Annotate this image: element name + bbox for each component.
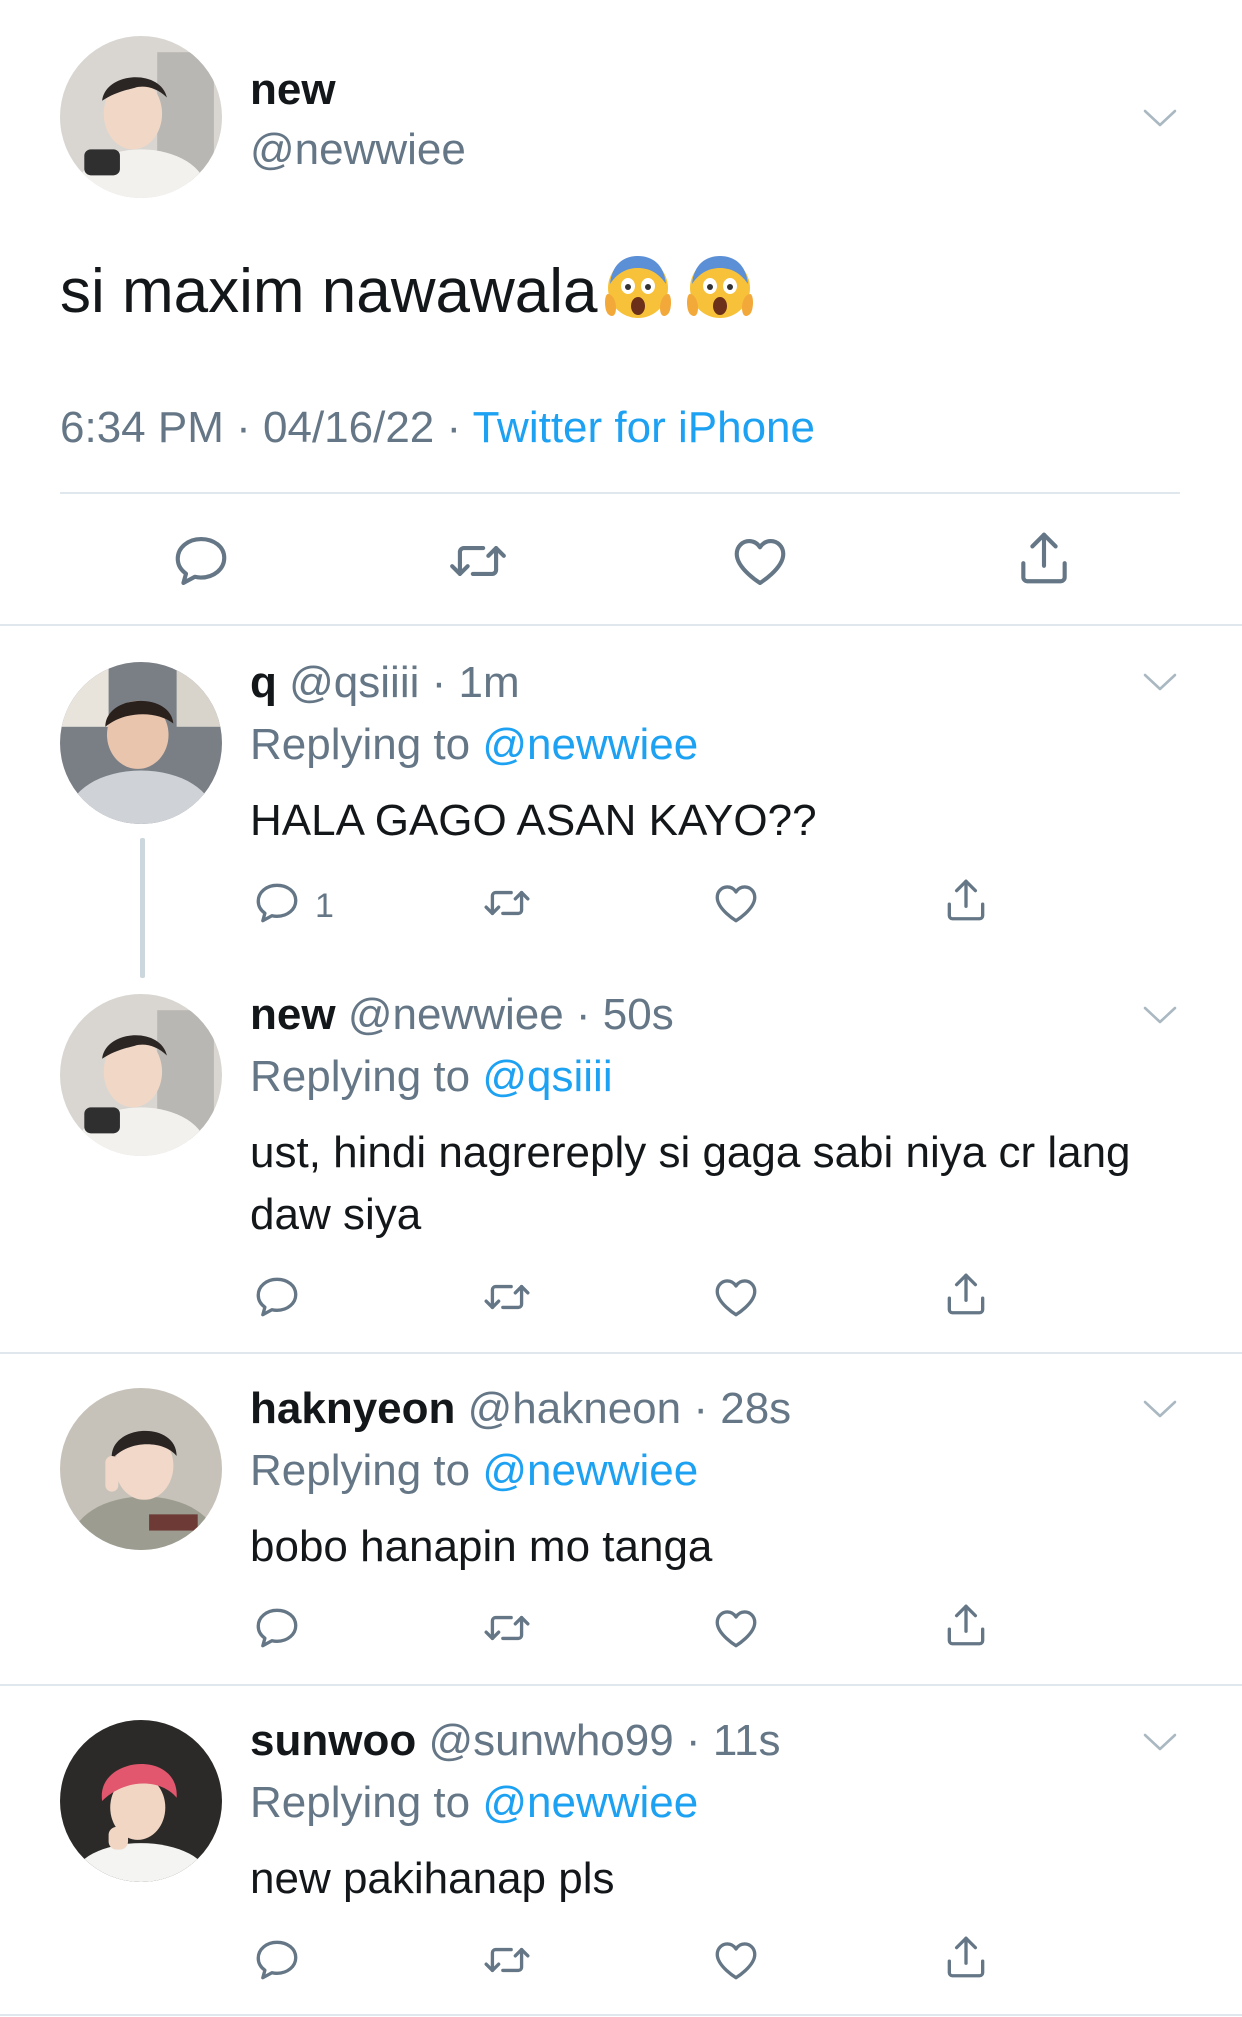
reply-text: bobo hanapin mo tanga (250, 1522, 713, 1571)
reply-count: 1 (315, 887, 334, 925)
reply-header: q @qsiiii · 1m (250, 656, 520, 710)
chevron-down-icon[interactable] (1142, 106, 1178, 130)
chevron-down-icon[interactable] (1142, 670, 1178, 694)
reply-author-name[interactable]: sunwoo (250, 1716, 416, 1765)
author-name[interactable]: new (250, 62, 336, 118)
like-icon[interactable] (711, 1935, 761, 1985)
tweet-time: 6:34 PM (60, 403, 224, 452)
reply-header: new @newwiee · 50s (250, 988, 674, 1042)
replying-to-label: Replying to (250, 1778, 483, 1827)
like-icon[interactable] (711, 1272, 761, 1322)
tweet-source-link[interactable]: Twitter for iPhone (473, 403, 815, 452)
reply-text: ust, hindi nagrereply si gaga sabi niya … (250, 1128, 1131, 1239)
reply-header: sunwoo @sunwho99 · 11s (250, 1714, 781, 1768)
chevron-down-icon[interactable] (1142, 1397, 1178, 1421)
retweet-icon[interactable] (482, 878, 532, 928)
reply-age: · 1m (419, 658, 520, 707)
replying-to-handle[interactable]: @qsiiii (482, 1052, 612, 1101)
reply-author-handle[interactable]: @sunwho99 (428, 1716, 673, 1765)
reply-icon[interactable] (252, 1272, 302, 1322)
retweet-icon[interactable] (482, 1272, 532, 1322)
like-icon[interactable] (729, 530, 791, 592)
avatar-sunwoo[interactable] (60, 1720, 222, 1882)
reply-age: · 11s (673, 1716, 781, 1765)
reply-header: haknyeon @hakneon · 28s (250, 1382, 791, 1436)
reply-icon[interactable] (252, 1603, 302, 1653)
meta-separator: · (446, 403, 462, 452)
share-icon[interactable] (1013, 527, 1075, 589)
reply-author-handle[interactable]: @hakneon (468, 1384, 682, 1433)
replying-to-handle[interactable]: @newwiee (482, 1446, 698, 1495)
reply-text: new pakihanap pls (250, 1854, 615, 1903)
divider (0, 1684, 1242, 1686)
avatar-image (60, 36, 222, 198)
avatar-image (60, 1388, 222, 1550)
reply-age: · 28s (681, 1384, 792, 1433)
replying-to-label: Replying to (250, 1052, 483, 1101)
reply-text: HALA GAGO ASAN KAYO?? (250, 796, 817, 845)
replying-to: Replying to @newwiee (250, 718, 698, 772)
avatar-image (60, 1720, 222, 1882)
avatar-new[interactable] (60, 36, 222, 198)
replying-to-handle[interactable]: @newwiee (482, 1778, 698, 1827)
tweet-text-body: si maxim nawawala (60, 257, 598, 326)
reply-author-handle[interactable]: @qsiiii (289, 658, 419, 707)
screaming-face-emoji (602, 250, 674, 322)
reply-age: · 50s (563, 990, 674, 1039)
divider (0, 624, 1242, 626)
avatar-q[interactable] (60, 662, 222, 824)
share-icon[interactable] (941, 1600, 991, 1650)
avatar-image (60, 994, 222, 1156)
share-icon[interactable] (941, 1932, 991, 1982)
replying-to: Replying to @newwiee (250, 1444, 698, 1498)
reply-author-name[interactable]: q (250, 658, 277, 707)
share-icon[interactable] (941, 1269, 991, 1319)
tweet-date: 04/16/22 (263, 403, 435, 452)
share-icon[interactable] (941, 875, 991, 925)
tweet-text: si maxim nawawala (60, 250, 756, 332)
chevron-down-icon[interactable] (1142, 1003, 1178, 1027)
divider (0, 2014, 1242, 2016)
replying-to-label: Replying to (250, 720, 483, 769)
screaming-face-emoji (684, 250, 756, 322)
reply-icon[interactable] (252, 878, 302, 928)
reply-author-name[interactable]: new (250, 990, 336, 1039)
reply-icon[interactable] (252, 1935, 302, 1985)
reply-age-value: 11s (712, 1716, 781, 1765)
meta-separator: · (236, 403, 251, 452)
thread-line (140, 838, 145, 978)
reply-age-value: 28s (720, 1384, 792, 1433)
reply-icon[interactable] (170, 530, 232, 592)
author-handle[interactable]: @newwiee (250, 122, 466, 178)
replying-to-handle[interactable]: @newwiee (482, 720, 698, 769)
replying-to-label: Replying to (250, 1446, 483, 1495)
like-icon[interactable] (711, 1603, 761, 1653)
avatar-haknyeon[interactable] (60, 1388, 222, 1550)
reply-age-value: 50s (602, 990, 674, 1039)
reply-author-handle[interactable]: @newwiee (348, 990, 564, 1039)
retweet-icon[interactable] (482, 1603, 532, 1653)
divider (60, 492, 1180, 494)
reply-author-name[interactable]: haknyeon (250, 1384, 455, 1433)
retweet-icon[interactable] (447, 530, 509, 592)
divider (0, 1352, 1242, 1354)
tweet-meta: 6:34 PM · 04/16/22 · Twitter for iPhone (60, 400, 815, 456)
like-icon[interactable] (711, 878, 761, 928)
replying-to: Replying to @newwiee (250, 1776, 698, 1830)
replying-to: Replying to @qsiiii (250, 1050, 613, 1104)
avatar-image (60, 662, 222, 824)
chevron-down-icon[interactable] (1142, 1730, 1178, 1754)
reply-age-value: 1m (458, 658, 520, 707)
retweet-icon[interactable] (482, 1935, 532, 1985)
avatar-new[interactable] (60, 994, 222, 1156)
